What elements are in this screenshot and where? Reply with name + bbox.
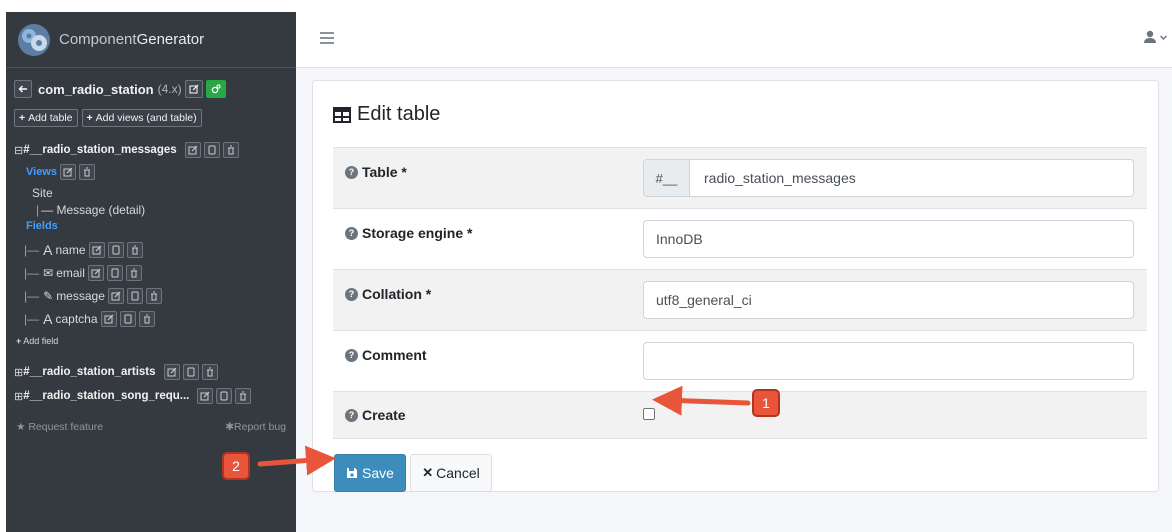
arrow-to-checkbox — [652, 385, 751, 416]
annotation-badge-1: 1 — [752, 389, 780, 417]
annotation-arrows — [257, 385, 751, 476]
annotation-badge-2: 2 — [222, 452, 250, 480]
arrow-to-save — [257, 445, 336, 476]
